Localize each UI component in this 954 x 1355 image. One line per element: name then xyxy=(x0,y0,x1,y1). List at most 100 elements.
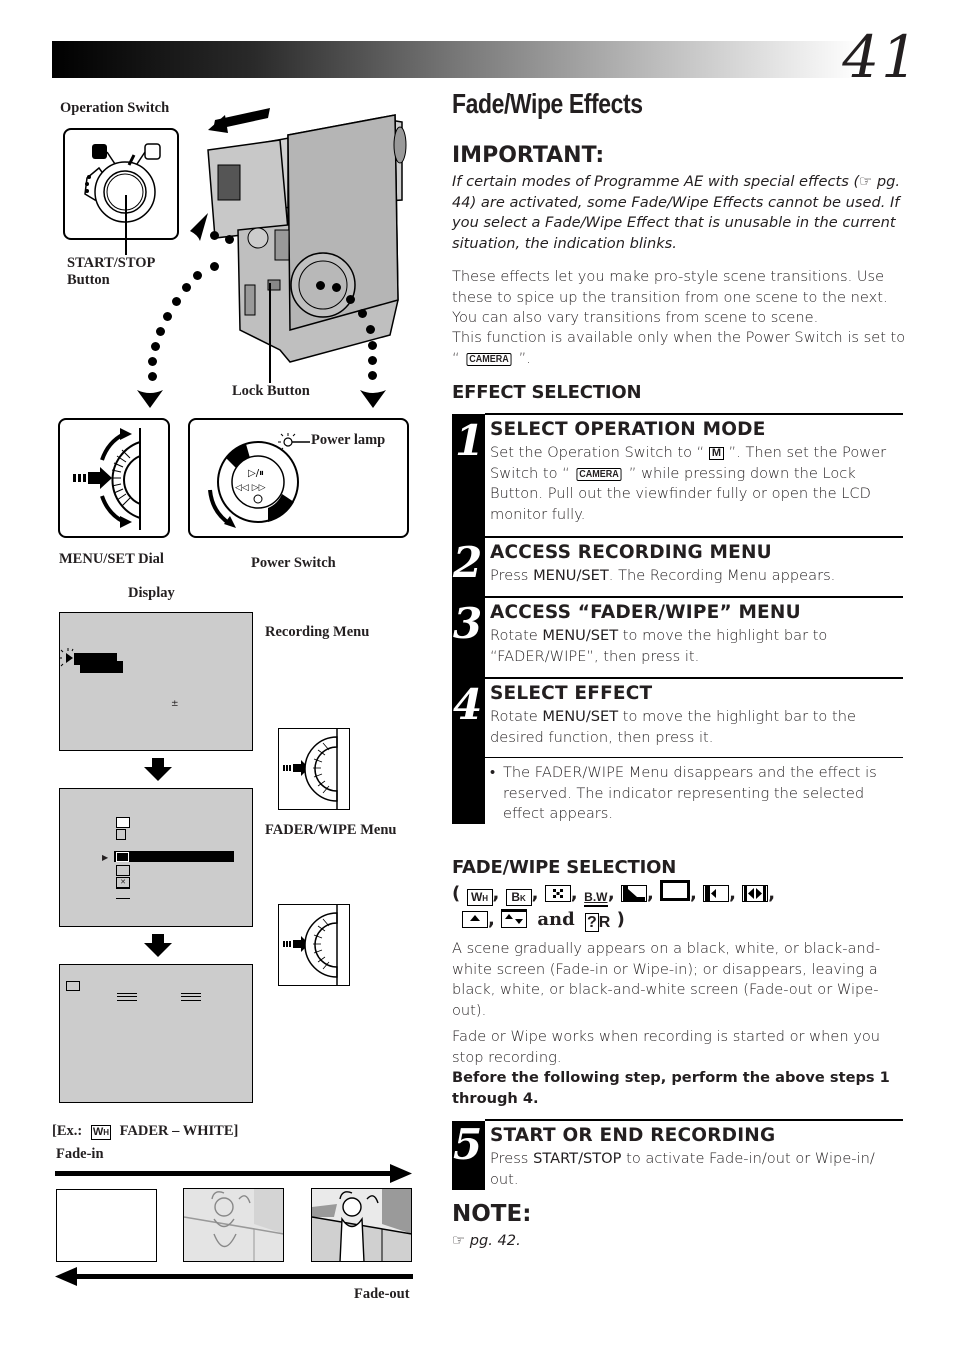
step-number-1: 1 xyxy=(455,416,485,465)
fader-bw-icon xyxy=(116,888,130,889)
fader-mosaic-icon xyxy=(544,885,571,902)
camera-mode-badge: CAMERA xyxy=(576,467,622,481)
display-label: Display xyxy=(128,585,175,601)
dot xyxy=(172,297,181,306)
step-5-heading: START OR END RECORDING xyxy=(490,1125,776,1146)
effect-icon-list: ( WH, BK, , B.W, , , , , , and ? R ) xyxy=(452,880,912,933)
dot xyxy=(151,342,160,351)
step-1-heading: SELECT OPERATION MODE xyxy=(490,419,766,440)
step-number-5: 5 xyxy=(453,1120,483,1169)
dot xyxy=(358,309,367,318)
lock-button-leader-line xyxy=(269,283,271,383)
wipe-scroll-icon xyxy=(462,911,488,928)
fader-white-icon: WH xyxy=(466,889,493,906)
arrow-down-right-icon xyxy=(360,390,386,408)
arrow-down-left-icon xyxy=(137,390,163,408)
menu-set-dial-rotate-1 xyxy=(278,728,350,810)
wipe-slide-icon xyxy=(703,885,730,902)
divider xyxy=(485,536,903,538)
fade-wipe-description: A scene gradually appears on a black, wh… xyxy=(452,940,881,1019)
dot xyxy=(148,357,157,366)
fader-bw-icon: B.W xyxy=(583,890,608,907)
recording-menu-screen: ± xyxy=(59,612,253,751)
menu-set-dial-label: MENU/SET Dial xyxy=(59,551,164,567)
highlight-bar xyxy=(80,661,123,673)
camera-mode-badge: CAMERA xyxy=(466,352,512,366)
highlight-bar xyxy=(114,851,234,862)
lock-button-label: Lock Button xyxy=(232,383,310,399)
power-switch-label: Power Switch xyxy=(251,555,336,571)
important-heading: IMPORTANT: xyxy=(452,143,605,168)
step-3-heading: ACCESS “FADER/WIPE” MENU xyxy=(490,602,801,623)
effect-selection-heading: EFFECT SELECTION xyxy=(452,382,642,403)
dot xyxy=(366,325,375,334)
step-2-text: Press MENU/SET. The Recording Menu appea… xyxy=(490,567,836,584)
power-lamp-label: Power lamp xyxy=(311,432,386,448)
dot xyxy=(193,271,202,280)
recording-menu-label: Recording Menu xyxy=(265,624,370,640)
step-2-heading: ACCESS RECORDING MENU xyxy=(490,542,772,563)
fade-in-label: Fade-in xyxy=(56,1146,104,1162)
intro-paragraph: These effects let you make pro-style sce… xyxy=(452,268,888,326)
fade-wipe-prereq: Before the following step, perform the a… xyxy=(452,1069,890,1107)
camcorder-illustration xyxy=(207,108,407,363)
step-number-3: 3 xyxy=(453,599,483,648)
fader-black-icon: BK xyxy=(505,889,532,906)
dot xyxy=(163,312,172,321)
exposure-symbol: ± xyxy=(171,699,179,709)
svg-text:◁◁ ▷▷: ◁◁ ▷▷ xyxy=(235,483,266,493)
fade-in-arrow-icon xyxy=(55,1164,412,1183)
wipe-door-icon xyxy=(742,885,769,902)
step-number-2: 2 xyxy=(453,538,483,587)
step-5-text: Press START/STOP to activate Fade-in/out… xyxy=(490,1150,875,1188)
dot xyxy=(368,341,377,350)
divider xyxy=(485,413,903,415)
divider xyxy=(485,677,903,679)
start-stop-leader-line xyxy=(125,195,127,255)
step-3-text: Rotate MENU/SET to move the highlight ba… xyxy=(490,627,828,665)
random-icon: ? R xyxy=(585,913,611,932)
fade-wipe-timing: Fade or Wipe works when recording is sta… xyxy=(452,1028,881,1066)
dot xyxy=(148,372,157,381)
page-number: 41 xyxy=(842,23,920,91)
dot xyxy=(368,371,377,380)
divider xyxy=(485,1119,903,1121)
fader-mosaic-icon: ✕ xyxy=(116,877,130,888)
fader-wipe-menu-screen: ▶ ✕ xyxy=(59,788,253,927)
arrow-down-icon xyxy=(144,758,172,781)
dot xyxy=(346,295,355,304)
step-4-heading: SELECT EFFECT xyxy=(490,683,653,704)
wipe-shutter-icon xyxy=(116,817,130,828)
effect-indicator-screen xyxy=(59,964,253,1103)
arrow-down-icon xyxy=(144,934,172,957)
fader-black-icon xyxy=(116,865,130,876)
step-4-text: Rotate MENU/SET to move the highlight ba… xyxy=(490,708,856,746)
fader-white-icon xyxy=(116,852,129,862)
menu-set-dial-illustration xyxy=(58,418,170,538)
fade-wipe-selection-heading: FADE/WIPE SELECTION xyxy=(452,857,677,878)
step-4-bullet: • The FADER/WIPE Menu disappears and the … xyxy=(490,764,877,822)
page-title: Fade/Wipe Effects xyxy=(452,88,643,119)
important-text: If certain modes of Programme AE with sp… xyxy=(452,173,901,252)
dot xyxy=(156,327,165,336)
wipe-corner-icon xyxy=(620,885,647,902)
step-1-text: Set the Operation Switch to “ M ”. Then … xyxy=(490,444,887,523)
divider xyxy=(485,596,903,598)
fade-frame-partial xyxy=(183,1188,284,1262)
dot xyxy=(182,283,191,292)
fade-frame-full xyxy=(311,1188,412,1262)
dot xyxy=(210,231,219,240)
example-label: [Ex.: WH FADER – WHITE] xyxy=(52,1123,239,1140)
svg-text:▷/⏸: ▷/⏸ xyxy=(248,468,264,479)
manual-mode-badge: M xyxy=(708,447,725,460)
fader-wipe-menu-label: FADER/WIPE Menu xyxy=(265,822,397,838)
divider xyxy=(116,898,130,899)
header-gradient-bar xyxy=(52,41,860,78)
dot xyxy=(316,281,325,290)
selected-effect-indicator xyxy=(66,981,80,991)
fade-out-label: Fade-out xyxy=(354,1286,410,1302)
intro-availability: This function is available only when the… xyxy=(452,329,906,367)
power-lamp-icon xyxy=(283,437,293,447)
fader-white-icon: WH xyxy=(90,1125,112,1140)
note-reference: ☞ pg. 42. xyxy=(452,1232,521,1249)
